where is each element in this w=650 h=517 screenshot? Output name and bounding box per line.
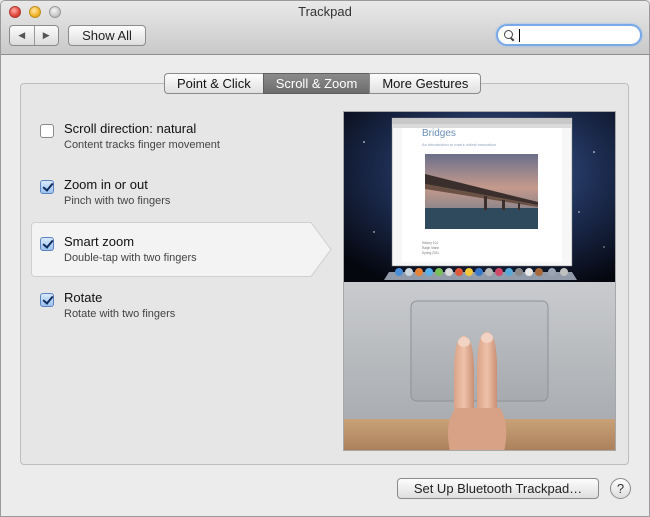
window-title: Trackpad xyxy=(298,4,352,19)
help-button[interactable]: ? xyxy=(610,478,631,499)
option-subtitle: Double-tap with two fingers xyxy=(64,252,197,264)
setup-bluetooth-trackpad-button[interactable]: Set Up Bluetooth Trackpad… xyxy=(397,478,599,499)
zoom-in-out-checkbox[interactable] xyxy=(40,180,54,194)
search-field[interactable] xyxy=(496,24,642,46)
doc-meta-3: Spring 2011 xyxy=(422,251,439,255)
doc-subtitle: An introduction to man's oldest innovati… xyxy=(422,142,496,147)
tab-scroll-zoom[interactable]: Scroll & Zoom xyxy=(262,73,370,94)
option-title: Smart zoom xyxy=(64,234,135,249)
rotate-checkbox[interactable] xyxy=(40,293,54,307)
text-caret xyxy=(519,28,520,42)
option-subtitle: Pinch with two fingers xyxy=(64,195,171,207)
option-subtitle: Content tracks finger movement xyxy=(64,139,220,151)
doc-title: Bridges xyxy=(422,128,456,139)
forward-icon[interactable]: ▶ xyxy=(35,26,59,45)
back-forward-control: ◀ ▶ xyxy=(9,25,59,46)
selected-option-highlight xyxy=(31,222,332,277)
search-icon xyxy=(504,29,515,41)
show-all-button[interactable]: Show All xyxy=(68,25,146,46)
gesture-preview-video: Bridges An introduction to man's oldest … xyxy=(343,111,616,451)
preferences-window: Trackpad ◀ ▶ Show All Point & Click Scro… xyxy=(0,0,650,517)
preview-illustration: Bridges An introduction to man's oldest … xyxy=(344,112,615,450)
option-title: Zoom in or out xyxy=(64,177,148,192)
option-subtitle: Rotate with two fingers xyxy=(64,308,176,320)
option-title: Scroll direction: natural xyxy=(64,121,197,136)
doc-meta-2: Ralph Mann xyxy=(422,246,439,250)
doc-meta-1: History 101 xyxy=(422,241,438,245)
toolbar: Trackpad ◀ ▶ Show All xyxy=(1,1,649,55)
tab-point-click[interactable]: Point & Click xyxy=(164,73,263,94)
tab-bar: Point & Click Scroll & Zoom More Gesture… xyxy=(164,73,482,95)
option-title: Rotate xyxy=(64,290,103,305)
smart-zoom-checkbox[interactable] xyxy=(40,237,54,251)
back-icon[interactable]: ◀ xyxy=(10,26,35,45)
scroll-direction-checkbox[interactable] xyxy=(40,124,54,138)
tab-more-gestures[interactable]: More Gestures xyxy=(369,73,482,94)
